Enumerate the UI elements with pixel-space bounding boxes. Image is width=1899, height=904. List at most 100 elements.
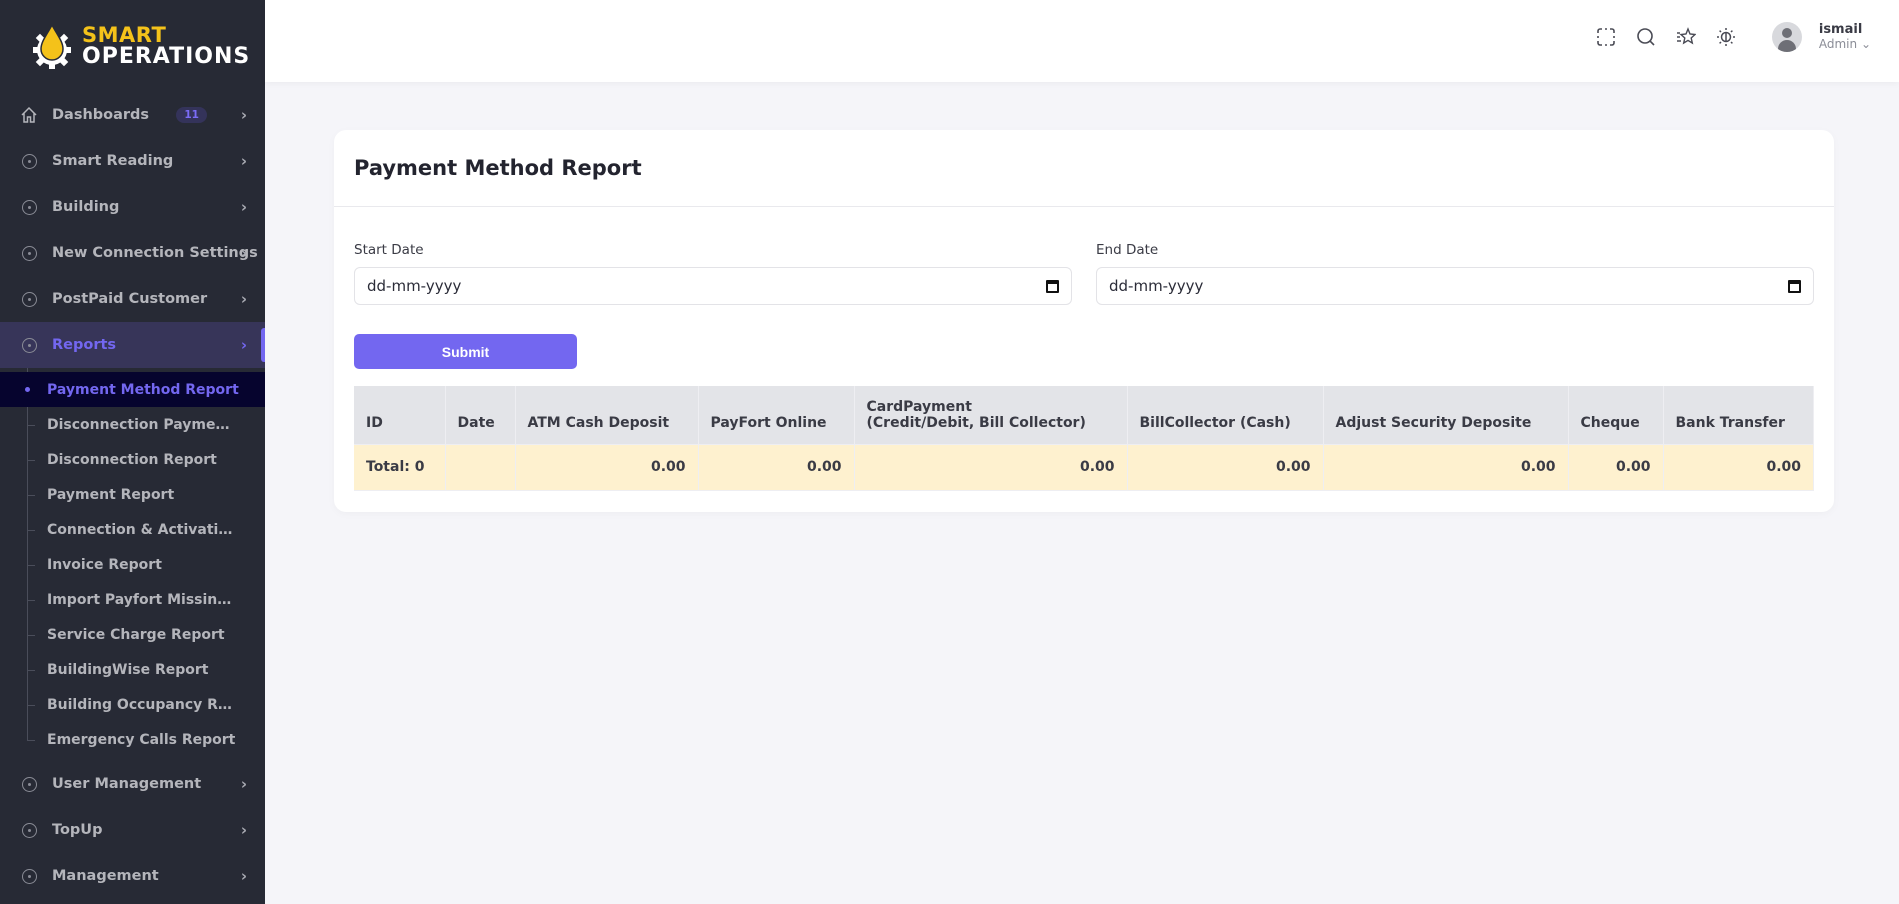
total-id-cell: Total: 0 <box>354 443 446 491</box>
submenu-item-connection-activation[interactable]: Connection & Activation Report <box>0 512 265 547</box>
sidebar-item-smart-reading[interactable]: Smart Reading › <box>0 138 265 184</box>
sidebar-item-label: Dashboards <box>52 107 150 123</box>
chevron-right-icon: › <box>240 867 247 885</box>
sidebar-item-management[interactable]: Management › <box>0 853 265 899</box>
sidebar-item-label: PostPaid Customer <box>52 291 208 307</box>
chevron-right-icon: › <box>240 821 247 839</box>
start-date-label: Start Date <box>354 242 424 258</box>
chevron-right-icon: › <box>240 152 247 170</box>
column-header-cheque[interactable]: Cheque <box>1568 386 1664 444</box>
active-indicator <box>261 328 265 362</box>
total-payfort-online: 0.00 <box>698 443 855 491</box>
circle-icon <box>20 867 38 885</box>
shortcuts-star-icon[interactable] <box>1674 25 1698 49</box>
chevron-right-icon: › <box>240 244 247 262</box>
submenu-item-buildingwise-report[interactable]: BuildingWise Report <box>0 652 265 687</box>
start-date-input[interactable]: dd-mm-yyyy <box>354 267 1072 305</box>
chevron-right-icon: › <box>240 775 247 793</box>
sidebar-item-label: TopUp <box>52 822 103 838</box>
column-header-billcollector-cash[interactable]: BillCollector (Cash) <box>1127 386 1324 444</box>
sidebar-item-user-management[interactable]: User Management › <box>0 761 265 807</box>
chevron-down-icon: ⌄ <box>1860 36 1871 51</box>
submit-button[interactable]: Submit <box>354 334 577 369</box>
circle-icon <box>20 290 38 308</box>
sidebar-item-postpaid-customer[interactable]: PostPaid Customer › <box>0 276 265 322</box>
submenu-item-payment-report[interactable]: Payment Report <box>0 477 265 512</box>
sidebar: SMART OPERATIONS Dashboards 11 › Smart R… <box>0 0 265 904</box>
circle-icon <box>20 198 38 216</box>
circle-icon <box>20 244 38 262</box>
user-name: ismail <box>1818 21 1863 37</box>
column-header-adjust-security-deposite[interactable]: Adjust Security Deposite <box>1323 386 1569 444</box>
home-icon <box>20 106 38 124</box>
sidebar-item-topup[interactable]: TopUp › <box>0 807 265 853</box>
sidebar-item-label: Management <box>52 868 159 884</box>
sidebar-item-label: Building <box>52 199 120 215</box>
user-avatar[interactable] <box>1771 22 1802 52</box>
total-billcollector-cash: 0.00 <box>1127 443 1324 491</box>
date-filter-form: Start Date dd-mm-yyyy End Date dd-mm-yyy… <box>334 207 1834 305</box>
sidebar-menu-after: User Management › TopUp › Management › <box>0 761 265 899</box>
sidebar-item-label: Smart Reading <box>52 153 174 169</box>
submenu-item-invoice-report[interactable]: Invoice Report <box>0 547 265 582</box>
payment-method-table: ID Date ATM Cash Deposit PayFort Online … <box>354 386 1814 491</box>
chevron-right-icon: › <box>240 106 247 124</box>
submenu-item-disconnection-payment[interactable]: Disconnection Payment Report <box>0 407 265 442</box>
sidebar-item-label: User Management <box>52 776 202 792</box>
submenu-item-import-payfort-missing[interactable]: Import Payfort Missing Payments <box>0 582 265 617</box>
search-icon[interactable] <box>1634 25 1658 49</box>
payment-method-report-card: Payment Method Report Start Date dd-mm-y… <box>334 130 1834 512</box>
submenu-item-emergency-calls[interactable]: Emergency Calls Report <box>0 722 265 757</box>
brand-line1: SMART <box>82 22 167 47</box>
fullscreen-icon[interactable] <box>1594 25 1618 49</box>
column-header-bank-transfer[interactable]: Bank Transfer <box>1663 386 1814 444</box>
user-role: Admin ⌄ <box>1818 36 1871 51</box>
brand-line2: OPERATIONS <box>82 43 251 69</box>
table-header-row: ID Date ATM Cash Deposit PayFort Online … <box>354 386 1814 444</box>
theme-sun-icon[interactable] <box>1714 25 1738 49</box>
sidebar-item-label: New Connection Settings <box>52 245 258 261</box>
top-navbar: ismail Admin ⌄ <box>265 0 1899 82</box>
user-menu[interactable]: ismail Admin ⌄ <box>1818 21 1871 52</box>
chevron-right-icon: › <box>240 198 247 216</box>
total-card-payment: 0.00 <box>854 443 1128 491</box>
page-title: Payment Method Report <box>354 156 642 180</box>
submenu-item-payment-method-report[interactable]: Payment Method Report <box>0 372 265 407</box>
circle-icon <box>20 775 38 793</box>
end-date-input[interactable]: dd-mm-yyyy <box>1096 267 1814 305</box>
calendar-icon[interactable] <box>1788 279 1801 293</box>
sidebar-item-reports[interactable]: Reports › <box>0 322 265 368</box>
total-cheque: 0.00 <box>1568 443 1664 491</box>
circle-icon <box>20 821 38 839</box>
table-total-row: Total: 0 0.00 0.00 0.00 0.00 0.00 0.00 0… <box>354 443 1814 491</box>
start-date-placeholder: dd-mm-yyyy <box>367 277 462 295</box>
chevron-right-icon: › <box>240 290 247 308</box>
sidebar-item-label: Reports <box>52 337 117 353</box>
submenu-item-building-occupancy[interactable]: Building Occupancy Report <box>0 687 265 722</box>
column-header-atm-cash-deposit[interactable]: ATM Cash Deposit <box>515 386 699 444</box>
circle-icon <box>20 336 38 354</box>
column-header-id[interactable]: ID <box>354 386 446 444</box>
calendar-icon[interactable] <box>1046 279 1059 293</box>
sidebar-item-building[interactable]: Building › <box>0 184 265 230</box>
reports-submenu: Payment Method Report Disconnection Paym… <box>0 368 265 757</box>
submenu-item-service-charge-report[interactable]: Service Charge Report <box>0 617 265 652</box>
sidebar-item-new-connection-settings[interactable]: New Connection Settings › <box>0 230 265 276</box>
circle-icon <box>20 152 38 170</box>
logo-gear-drop-icon <box>28 22 76 70</box>
sidebar-item-dashboards[interactable]: Dashboards 11 › <box>0 92 265 138</box>
end-date-placeholder: dd-mm-yyyy <box>1109 277 1204 295</box>
logo[interactable]: SMART OPERATIONS <box>0 0 265 92</box>
column-header-payfort-online[interactable]: PayFort Online <box>698 386 855 444</box>
sidebar-menu: Dashboards 11 › Smart Reading › Building… <box>0 92 265 368</box>
dashboards-count-badge: 11 <box>176 107 207 123</box>
column-header-card-payment[interactable]: CardPayment (Credit/Debit, Bill Collecto… <box>854 386 1128 444</box>
chevron-right-icon: › <box>240 336 247 354</box>
total-adjust-security-deposite: 0.00 <box>1323 443 1569 491</box>
total-atm-cash-deposit: 0.00 <box>515 443 699 491</box>
end-date-label: End Date <box>1096 242 1159 258</box>
total-bank-transfer: 0.00 <box>1663 443 1814 491</box>
total-date-cell <box>445 443 516 491</box>
submenu-item-disconnection-report[interactable]: Disconnection Report <box>0 442 265 477</box>
column-header-date[interactable]: Date <box>445 386 516 444</box>
